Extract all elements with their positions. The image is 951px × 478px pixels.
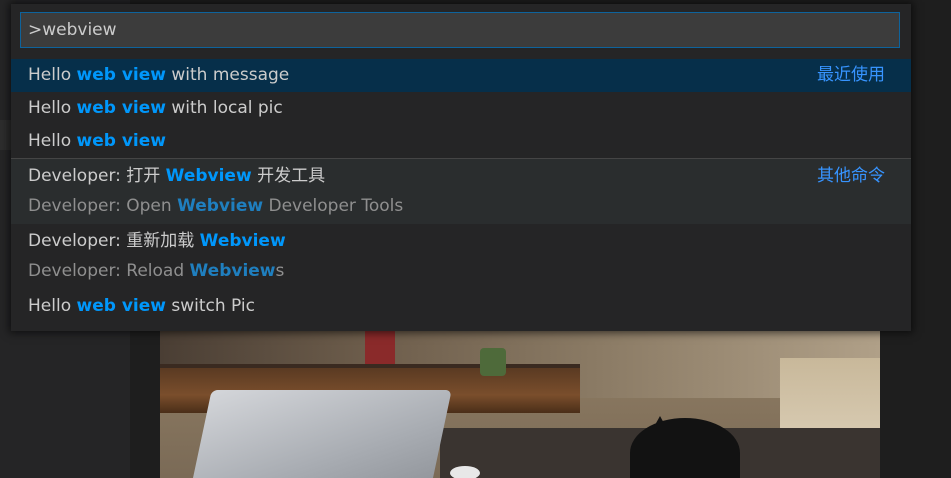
group-label-other: 其他命令 xyxy=(817,166,885,186)
command-label-prefix: Developer: 重新加载 xyxy=(28,231,200,251)
command-label-match: web view xyxy=(76,296,166,316)
command-label-match: web view xyxy=(76,98,166,118)
command-detail-prefix: Developer: Reload xyxy=(28,261,190,281)
photo-laptop xyxy=(188,390,452,478)
command-label-match: web view xyxy=(76,65,166,85)
command-item[interactable]: Hello web view switch Pic xyxy=(11,290,911,323)
command-item[interactable]: Hello web view with local pic xyxy=(11,92,911,125)
command-label-suffix: switch Pic xyxy=(165,296,255,316)
photo-cup xyxy=(450,466,480,478)
command-label-suffix: with local pic xyxy=(165,98,283,118)
group-label-recent: 最近使用 xyxy=(817,65,885,85)
command-item[interactable]: Hello web view with message 最近使用 xyxy=(11,59,911,92)
command-label-match: web view xyxy=(76,131,166,151)
command-label-suffix: with message xyxy=(165,65,290,85)
command-detail: Developer: Open Webview Developer Tools xyxy=(28,192,403,220)
command-label-prefix: Developer: 打开 xyxy=(28,166,166,186)
command-item[interactable]: Developer: 重新加载 Webview Developer: Reloa… xyxy=(11,224,911,290)
photo-cat xyxy=(630,418,740,478)
command-label-prefix: Hello xyxy=(28,131,77,151)
command-palette-input[interactable] xyxy=(20,12,900,48)
command-detail-match: Webview xyxy=(189,261,276,281)
command-palette: Hello web view with message 最近使用 Hello w… xyxy=(11,4,911,331)
command-detail-prefix: Developer: Open xyxy=(28,196,178,216)
command-label-prefix: Hello xyxy=(28,65,77,85)
command-label-match: Webview xyxy=(199,231,286,251)
webview-photo xyxy=(160,318,880,478)
command-label-suffix: 开发工具 xyxy=(251,166,326,186)
command-list: Hello web view with message 最近使用 Hello w… xyxy=(11,59,911,323)
command-detail: Developer: Reload Webviews xyxy=(28,257,284,285)
command-label: Developer: 重新加载 Webview xyxy=(28,227,286,255)
photo-green-object xyxy=(480,348,506,376)
command-label-prefix: Hello xyxy=(28,98,77,118)
command-detail-suffix: s xyxy=(275,261,285,281)
command-detail-match: Webview xyxy=(177,196,264,216)
command-label-match: Webview xyxy=(165,166,252,186)
command-detail-suffix: Developer Tools xyxy=(263,196,404,216)
command-label-prefix: Hello xyxy=(28,296,77,316)
photo-red-object xyxy=(365,328,395,368)
command-item[interactable]: Hello web view xyxy=(11,125,911,158)
command-item[interactable]: Developer: 打开 Webview 开发工具 Developer: Op… xyxy=(11,158,911,224)
command-label: Developer: 打开 Webview 开发工具 xyxy=(28,162,325,190)
